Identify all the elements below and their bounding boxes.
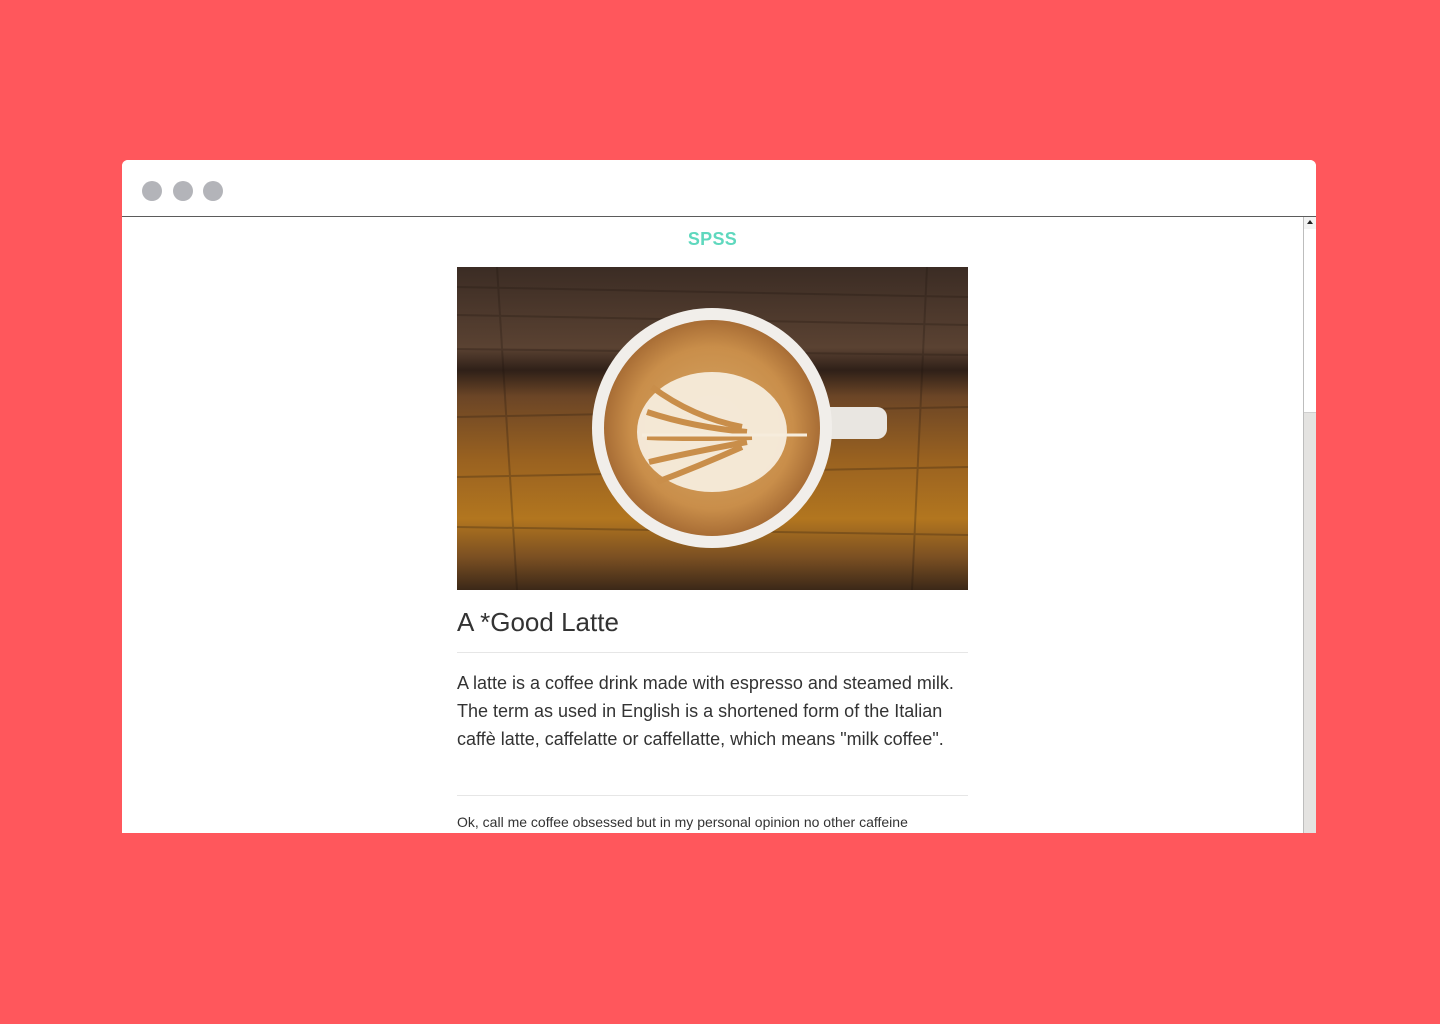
article-body: Ok, call me coffee obsessed but in my pe…	[457, 814, 908, 830]
window-maximize-button[interactable]	[203, 181, 223, 201]
browser-window: SPSS A *Good Latte A latte is a coffee d…	[122, 160, 1316, 833]
article-title: A *Good Latte	[457, 607, 619, 637]
site-brand[interactable]: SPSS	[457, 229, 968, 250]
window-close-button[interactable]	[142, 181, 162, 201]
divider	[457, 795, 968, 796]
scrollbar-thumb[interactable]	[1304, 229, 1316, 413]
divider	[457, 652, 968, 653]
page-viewport: SPSS A *Good Latte A latte is a coffee d…	[122, 217, 1316, 833]
hero-image	[457, 267, 968, 590]
window-minimize-button[interactable]	[173, 181, 193, 201]
browser-titlebar	[122, 160, 1316, 217]
vertical-scrollbar[interactable]	[1303, 217, 1316, 833]
latte-illustration	[457, 267, 968, 590]
article-lead: A latte is a coffee drink made with espr…	[457, 673, 954, 749]
scroll-up-arrow-icon[interactable]	[1304, 217, 1316, 229]
